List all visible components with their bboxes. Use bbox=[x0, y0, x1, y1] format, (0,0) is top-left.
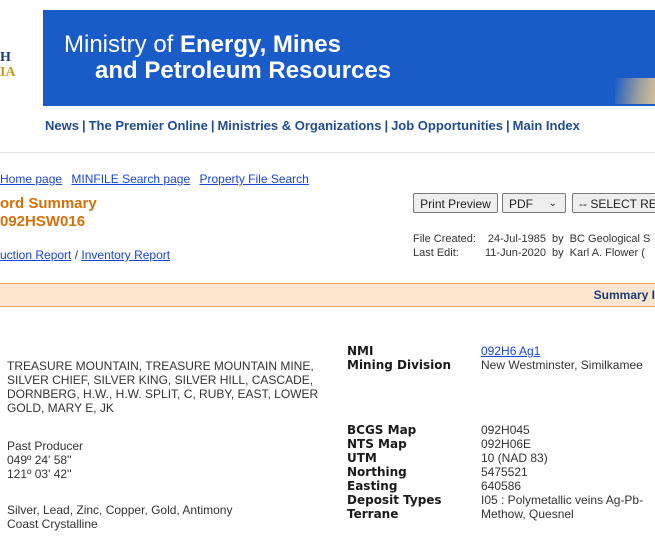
report-links: uction Report / Inventory Report bbox=[0, 248, 170, 262]
link-separator: / bbox=[71, 248, 82, 262]
nav-separator: | bbox=[81, 118, 86, 133]
created-label: File Created: bbox=[413, 233, 476, 245]
ministry-title-line-1: Ministry of Energy, Mines bbox=[64, 32, 391, 58]
deposit-types-label: Deposit Types bbox=[347, 493, 442, 507]
nmi-label: NMI bbox=[347, 344, 374, 358]
edit-date: 11-Jun-2020 bbox=[485, 247, 546, 259]
deposit-types-value: I05 : Polymetallic veins Ag-Pb- bbox=[481, 493, 644, 507]
pdf-format-select[interactable]: PDF ⌄ bbox=[502, 193, 566, 213]
created-date: 24-Jul-1985 bbox=[487, 233, 546, 245]
bcgs-map-label: BCGS Map bbox=[347, 423, 417, 437]
nav-main-index[interactable]: Main Index bbox=[513, 118, 580, 133]
pdf-select-value: PDF bbox=[509, 197, 533, 211]
utm-value: 10 (NAD 83) bbox=[481, 451, 548, 465]
nav-news[interactable]: News bbox=[45, 118, 79, 133]
bcgs-map-value: 092H045 bbox=[481, 423, 530, 437]
nmi-value[interactable]: 092H6 Ag1 bbox=[481, 344, 540, 358]
chevron-down-icon: ⌄ bbox=[548, 198, 557, 209]
top-navigation: News | The Premier Online | Ministries & Org… bbox=[45, 118, 580, 133]
summary-label[interactable]: Summary I bbox=[594, 288, 655, 302]
ministry-title-line-2: and Petroleum Resources bbox=[95, 57, 392, 84]
nts-map-value: 092H06E bbox=[481, 437, 532, 451]
link-minfile-search[interactable]: MINFILE Search page bbox=[71, 172, 190, 186]
file-metadata: File Created: 24-Jul-1985 by BC Geologic… bbox=[413, 232, 650, 260]
banner-decoration bbox=[615, 78, 655, 104]
easting-label: Easting bbox=[347, 479, 398, 493]
terrane-label: Terrane bbox=[347, 507, 399, 521]
created-by: by BC Geological S bbox=[551, 233, 651, 245]
print-preview-button[interactable]: Print Preview bbox=[413, 193, 498, 213]
longitude-value: 121º 03' 42'' bbox=[7, 467, 72, 481]
tectonic-belt-value: Coast Crystalline bbox=[7, 517, 98, 531]
summary-section-header: Summary I bbox=[0, 283, 655, 307]
nav-premier-online[interactable]: The Premier Online bbox=[89, 118, 208, 133]
nmi-link[interactable]: 092H6 Ag1 bbox=[481, 344, 540, 358]
page-title: ord Summary 092HSW016 bbox=[0, 195, 97, 231]
nav-job-opportunities[interactable]: Job Opportunities bbox=[391, 118, 503, 133]
easting-value: 640586 bbox=[481, 479, 522, 493]
ministry-title-bold: Energy, Mines bbox=[180, 31, 341, 58]
edit-by: by Karl A. Flower ( bbox=[551, 247, 645, 259]
link-inventory-report[interactable]: Inventory Report bbox=[81, 248, 170, 262]
logo-line-2: IA bbox=[0, 65, 16, 80]
latitude-value: 049º 24' 58'' bbox=[7, 453, 72, 467]
mine-names: TREASURE MOUNTAIN, TREASURE MOUNTAIN MIN… bbox=[7, 359, 319, 415]
divider bbox=[0, 152, 655, 153]
nav-separator: | bbox=[384, 118, 389, 133]
ministry-title-prefix: Ministry of bbox=[64, 31, 181, 58]
report-select[interactable]: -- SELECT RE bbox=[572, 193, 655, 213]
logo-text: H IA bbox=[0, 50, 16, 80]
mining-division-label: Mining Division bbox=[347, 358, 452, 372]
northing-label: Northing bbox=[347, 465, 407, 479]
link-production-report[interactable]: uction Report bbox=[0, 248, 71, 262]
status-value: Past Producer bbox=[7, 439, 84, 453]
terrane-value: Methow, Quesnel bbox=[481, 507, 574, 521]
nts-map-label: NTS Map bbox=[347, 437, 407, 451]
mining-division-value: New Westminster, Similkamee bbox=[481, 358, 643, 372]
nav-separator: | bbox=[210, 118, 215, 133]
northing-value: 5475521 bbox=[481, 465, 528, 479]
commodities-value: Silver, Lead, Zinc, Copper, Gold, Antimo… bbox=[7, 503, 233, 517]
breadcrumb: Home page MINFILE Search page Property F… bbox=[0, 172, 315, 186]
nav-ministries[interactable]: Ministries & Organizations bbox=[217, 118, 381, 133]
link-property-file-search[interactable]: Property File Search bbox=[199, 172, 308, 186]
record-id: 092HSW016 bbox=[0, 213, 86, 230]
edit-label: Last Edit: bbox=[413, 247, 459, 259]
logo-line-1: H bbox=[0, 50, 11, 65]
ministry-title: Ministry of Energy, Mines and Petroleum … bbox=[64, 32, 391, 84]
link-home-page[interactable]: Home page bbox=[0, 172, 62, 186]
record-title: ord Summary bbox=[0, 195, 97, 212]
nav-separator: | bbox=[506, 118, 510, 133]
utm-label: UTM bbox=[347, 451, 377, 465]
